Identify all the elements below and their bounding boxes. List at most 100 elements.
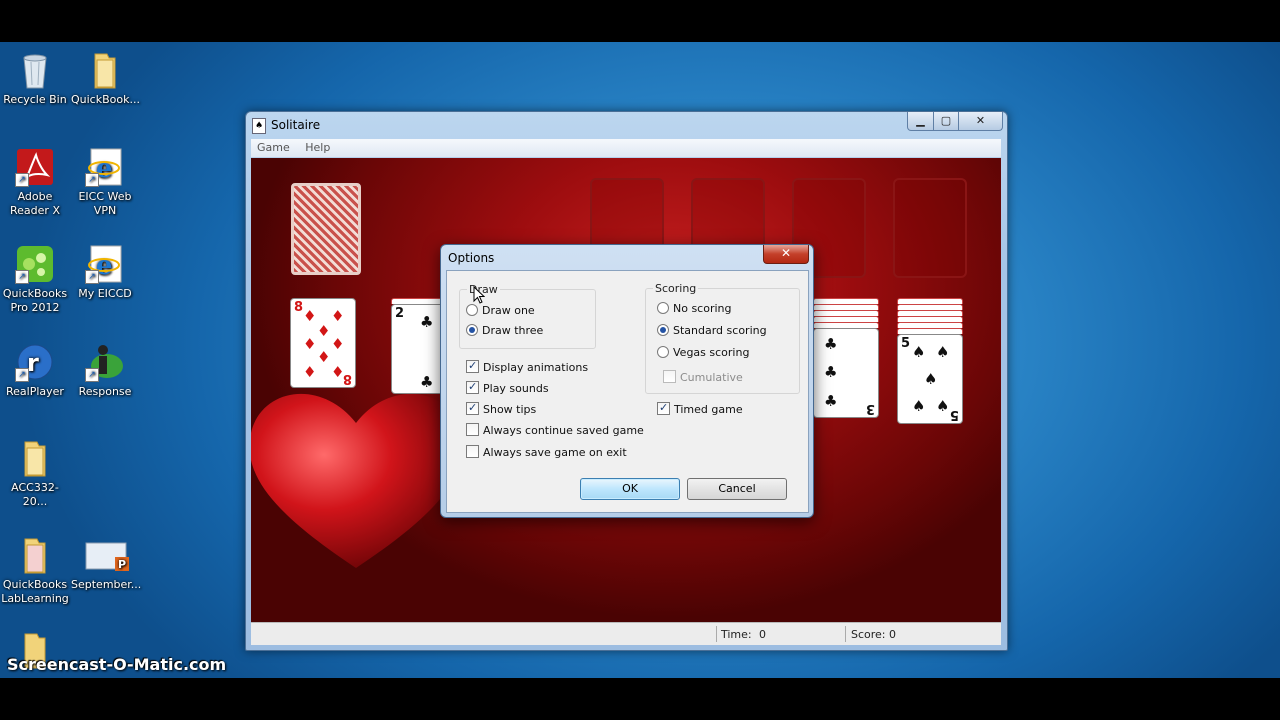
- draw-three-radio[interactable]: Draw three: [466, 324, 543, 337]
- club-icon: ♣: [420, 313, 434, 331]
- timed-game-checkbox[interactable]: Timed game: [657, 401, 743, 416]
- club-icon: ♣: [824, 363, 838, 381]
- standard-scoring-radio[interactable]: Standard scoring: [657, 324, 767, 337]
- diamond-icon: ♦: [317, 322, 331, 340]
- no-scoring-radio[interactable]: No scoring: [657, 302, 732, 315]
- display-animations-checkbox[interactable]: Display animations: [466, 359, 589, 374]
- spade-icon: ♠: [936, 397, 950, 415]
- response-icon: ↗: [85, 342, 125, 382]
- internet-explorer-icon: e ↗: [85, 244, 125, 284]
- desktop-icon-realplayer[interactable]: r ↗ RealPlayer: [1, 342, 69, 399]
- options-dialog: Options ✕ Draw Draw one Draw three Scori…: [440, 244, 814, 518]
- cumulative-checkbox: Cumulative: [663, 370, 743, 384]
- desktop-icon-label: Adobe Reader X: [10, 190, 60, 217]
- dialog-body: Draw Draw one Draw three Scoring No scor…: [446, 270, 809, 513]
- quickbooks-icon: ↗: [15, 244, 55, 284]
- desktop-icon-label: September...: [71, 578, 142, 591]
- diamond-icon: ♦: [303, 307, 317, 325]
- show-tips-checkbox[interactable]: Show tips: [466, 401, 537, 416]
- no-scoring-label: No scoring: [673, 302, 732, 315]
- always-save-checkbox[interactable]: Always save game on exit: [466, 445, 627, 459]
- powerpoint-file-icon: P: [85, 535, 129, 575]
- desktop-icon-label: EICC Web VPN: [78, 190, 132, 217]
- time-value: 0: [759, 628, 766, 641]
- club-icon: ♣: [824, 392, 838, 410]
- diamond-icon: ♦: [331, 307, 345, 325]
- desktop: Recycle Bin QuickBook... ↗ Adobe Reader …: [0, 42, 1280, 678]
- mouse-cursor-icon: [473, 286, 485, 304]
- close-button[interactable]: ✕: [958, 112, 1003, 131]
- stock-pile[interactable]: [291, 183, 361, 275]
- draw-one-radio[interactable]: Draw one: [466, 304, 535, 317]
- recycle-bin-icon: [15, 50, 55, 90]
- checkbox-checked-icon: [466, 401, 479, 415]
- desktop-icon-quickbooks-lablearning[interactable]: QuickBooks LabLearning: [1, 535, 69, 606]
- draw-one-label: Draw one: [482, 304, 535, 317]
- desktop-icon-adobe-reader[interactable]: ↗ Adobe Reader X: [1, 147, 69, 218]
- folder-icon: [85, 50, 125, 90]
- spade-icon: ♠: [912, 343, 926, 361]
- desktop-icon-label: Recycle Bin: [3, 93, 67, 106]
- shortcut-arrow-icon: ↗: [85, 270, 99, 284]
- diamond-icon: ♦: [303, 335, 317, 353]
- checkbox-icon: [466, 445, 479, 458]
- shortcut-arrow-icon: ↗: [15, 173, 29, 187]
- score-label: Score: 0: [851, 628, 897, 641]
- status-separator: [716, 626, 717, 642]
- club-icon: ♣: [420, 373, 434, 391]
- shortcut-arrow-icon: ↗: [15, 270, 29, 284]
- time-label: Time:: [721, 628, 752, 641]
- desktop-icon-recycle-bin[interactable]: Recycle Bin: [1, 50, 69, 107]
- card-rank-bottom: 3: [865, 401, 875, 416]
- foundation-slot[interactable]: [893, 178, 967, 278]
- desktop-icon-quickbooks-pro[interactable]: ↗ QuickBooks Pro 2012: [1, 244, 69, 315]
- checkbox-icon: [663, 370, 676, 383]
- tableau-card-3-clubs[interactable]: 3 ♣ ♣ ♣: [813, 328, 879, 418]
- heart-decoration: [251, 393, 463, 568]
- menu-help[interactable]: Help: [299, 139, 336, 156]
- screencast-watermark: Screencast-O-Matic.com: [7, 655, 227, 674]
- tableau-card-8-diamonds[interactable]: 8 8 ♦ ♦ ♦ ♦ ♦ ♦ ♦ ♦: [290, 298, 356, 388]
- always-continue-checkbox[interactable]: Always continue saved game: [466, 423, 644, 437]
- radio-icon: [657, 302, 669, 314]
- desktop-icon-quickbooks-folder[interactable]: QuickBook...: [71, 50, 140, 107]
- shortcut-arrow-icon: ↗: [85, 368, 99, 382]
- display-animations-label: Display animations: [483, 361, 589, 374]
- card-rank: 8: [294, 300, 304, 315]
- diamond-icon: ♦: [317, 348, 331, 366]
- desktop-icon-label: RealPlayer: [6, 385, 64, 398]
- radio-selected-icon: [466, 324, 478, 336]
- maximize-button[interactable]: ▢: [933, 112, 959, 131]
- ok-button[interactable]: OK: [580, 478, 680, 500]
- desktop-icon-label: QuickBook...: [71, 93, 140, 106]
- menu-game[interactable]: Game: [251, 139, 296, 156]
- desktop-icon-label: ACC332-20...: [11, 481, 59, 508]
- desktop-icon-label: My EICCD: [78, 287, 132, 300]
- play-sounds-checkbox[interactable]: Play sounds: [466, 380, 549, 395]
- svg-text:P: P: [118, 558, 126, 571]
- dialog-close-button[interactable]: ✕: [763, 245, 809, 264]
- status-bar: Time: 0 Score: 0: [251, 622, 1001, 645]
- desktop-icon-my-eiccd[interactable]: e ↗ My EICCD: [71, 244, 139, 301]
- play-sounds-label: Play sounds: [483, 382, 549, 395]
- realplayer-icon: r ↗: [15, 342, 55, 382]
- cancel-button[interactable]: Cancel: [687, 478, 787, 500]
- desktop-icon-september-ppt[interactable]: P September...: [71, 535, 142, 592]
- diamond-icon: ♦: [331, 335, 345, 353]
- desktop-icon-eicc-web-vpn[interactable]: e ↗ EICC Web VPN: [71, 147, 139, 218]
- club-icon: ♣: [824, 335, 838, 353]
- show-tips-label: Show tips: [483, 403, 537, 416]
- radio-icon: [657, 346, 669, 358]
- diamond-icon: ♦: [331, 363, 345, 381]
- vegas-scoring-radio[interactable]: Vegas scoring: [657, 346, 749, 359]
- menu-bar: Game Help: [251, 139, 1001, 157]
- shortcut-arrow-icon: ↗: [15, 368, 29, 382]
- checkbox-checked-icon: [466, 359, 479, 373]
- folder-icon: [15, 535, 55, 575]
- tableau-card-5-spades[interactable]: 5 5 ♠ ♠ ♠ ♠ ♠: [897, 334, 963, 424]
- desktop-icon-acc332-folder[interactable]: ACC332-20...: [1, 438, 69, 509]
- minimize-button[interactable]: ▁: [907, 112, 934, 131]
- desktop-icon-label: QuickBooks LabLearning: [1, 578, 69, 605]
- spade-icon: ♠: [936, 343, 950, 361]
- desktop-icon-response[interactable]: ↗ Response: [71, 342, 139, 399]
